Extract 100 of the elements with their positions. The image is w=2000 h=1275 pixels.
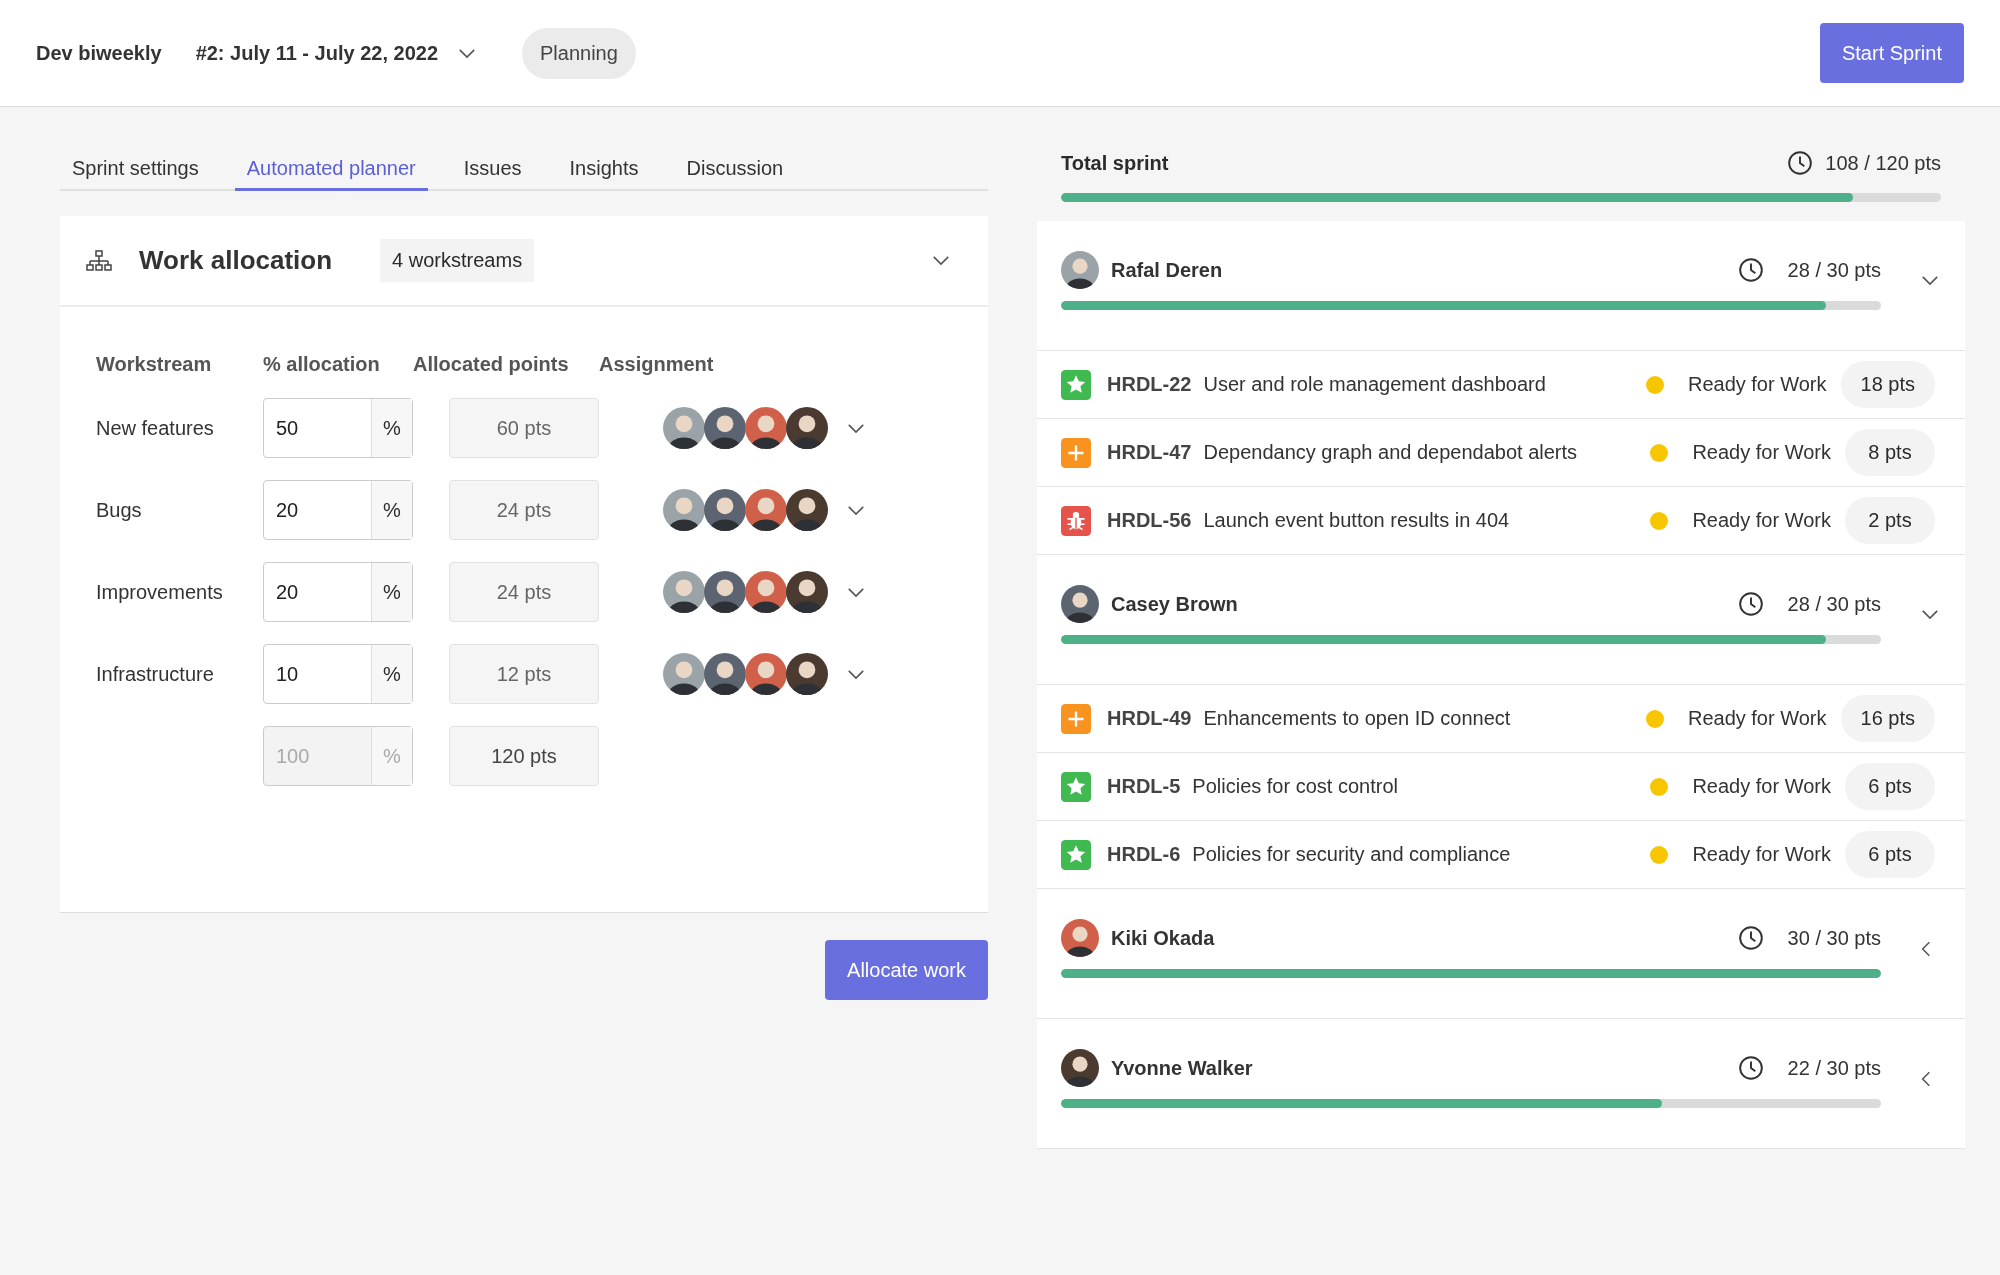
total-sprint-label: Total sprint xyxy=(1061,151,1169,175)
chevron-down-icon[interactable] xyxy=(847,668,865,680)
issue-status: Ready for Work xyxy=(1692,843,1831,866)
sprint-selector[interactable]: #2: July 11 - July 22, 2022 xyxy=(195,37,476,69)
start-sprint-button[interactable]: Start Sprint xyxy=(1819,23,1964,83)
issue-status: Ready for Work xyxy=(1687,373,1827,396)
chevron-down-icon[interactable] xyxy=(1921,609,1939,620)
avatar xyxy=(1061,1049,1099,1087)
chevron-left-icon[interactable] xyxy=(1921,939,1931,958)
issue-status: Ready for Work xyxy=(1687,707,1827,730)
member-name: Casey Brown xyxy=(1111,592,1238,616)
issue-key: HRDL-22 xyxy=(1107,373,1192,396)
hierarchy-icon xyxy=(85,249,113,272)
clock-icon xyxy=(1787,150,1814,176)
chevron-down-icon[interactable] xyxy=(847,504,865,516)
issue-title: User and role management dashboard xyxy=(1203,373,1546,396)
avatar xyxy=(745,571,787,613)
clock-icon xyxy=(1737,1055,1764,1081)
chevron-down-icon[interactable] xyxy=(847,422,865,434)
issue-key: HRDL-56 xyxy=(1107,509,1192,532)
issue-title: Policies for cost control xyxy=(1192,775,1398,798)
workstream-name: Bugs xyxy=(96,498,143,522)
issue-points: 18 pts xyxy=(1840,361,1935,408)
issue-title: Enhancements to open ID connect xyxy=(1203,707,1511,730)
status-dot xyxy=(1650,443,1669,462)
issue-key: HRDL-47 xyxy=(1107,441,1192,464)
avatar xyxy=(786,653,828,695)
avatar xyxy=(663,489,705,531)
chevron-left-icon[interactable] xyxy=(1921,1069,1931,1088)
chevron-down-icon[interactable] xyxy=(1921,275,1939,286)
avatar xyxy=(745,489,787,531)
avatar xyxy=(1061,585,1099,623)
tab[interactable]: Automated planner xyxy=(234,139,428,191)
clock-icon xyxy=(1737,925,1764,951)
member-points: 28 / 30 pts xyxy=(1787,592,1881,616)
avatar xyxy=(1061,919,1099,957)
allocated-points: 24 pts xyxy=(449,562,599,622)
issue-title: Policies for security and compliance xyxy=(1192,843,1511,866)
issue-title: Dependancy graph and dependabot alerts xyxy=(1203,441,1578,464)
allocated-points: 60 pts xyxy=(449,398,599,458)
chevron-down-icon[interactable] xyxy=(458,47,476,59)
issue-points: 16 pts xyxy=(1840,695,1935,742)
issue-points: 6 pts xyxy=(1845,763,1935,810)
workstream-name: Infrastructure xyxy=(96,662,215,686)
issue-points: 2 pts xyxy=(1845,497,1935,544)
issue-status: Ready for Work xyxy=(1692,775,1831,798)
chevron-down-icon[interactable] xyxy=(847,586,865,598)
status-dot xyxy=(1645,375,1664,394)
workstream-name: Improvements xyxy=(96,580,224,604)
allocation-field[interactable]: 10 % xyxy=(263,644,413,704)
member-points: 28 / 30 pts xyxy=(1787,258,1881,282)
status-dot xyxy=(1650,845,1669,864)
bug-icon xyxy=(1061,505,1091,536)
status-dot xyxy=(1650,511,1669,530)
status-dot xyxy=(1650,777,1669,796)
issue-status: Ready for Work xyxy=(1692,509,1831,532)
avatar xyxy=(786,407,828,449)
status-dot xyxy=(1645,709,1664,728)
avatar xyxy=(704,571,746,613)
issue-points: 6 pts xyxy=(1845,831,1935,878)
member-points: 22 / 30 pts xyxy=(1787,1056,1881,1080)
column-header: Workstream xyxy=(96,353,213,376)
total-points: 120 pts xyxy=(449,726,599,786)
allocation-field[interactable]: 20 % xyxy=(263,480,413,540)
chevron-down-icon[interactable] xyxy=(932,255,950,266)
team-name: Dev biweekly xyxy=(36,41,162,65)
status-badge: Planning xyxy=(522,27,636,79)
plus-icon xyxy=(1061,437,1091,468)
total-points: 108 / 120 pts xyxy=(1825,151,1941,175)
allocate-work-button[interactable]: Allocate work xyxy=(825,940,988,1000)
column-header: Allocated points xyxy=(413,353,570,376)
card-title: Work allocation xyxy=(139,245,333,276)
workstream-count: 4 workstreams xyxy=(380,239,535,282)
member-points: 30 / 30 pts xyxy=(1787,926,1881,950)
member-name: Rafal Deren xyxy=(1111,258,1223,282)
avatar xyxy=(704,653,746,695)
avatar xyxy=(745,653,787,695)
issue-title: Launch event button results in 404 xyxy=(1203,509,1510,532)
allocation-field[interactable]: 50 % xyxy=(263,398,413,458)
tab[interactable]: Issues xyxy=(451,139,534,191)
issue-points: 8 pts xyxy=(1845,429,1935,476)
avatar xyxy=(663,571,705,613)
member-name: Yvonne Walker xyxy=(1111,1056,1253,1080)
tab[interactable]: Insights xyxy=(557,139,651,191)
avatar xyxy=(663,653,705,695)
avatar xyxy=(745,407,787,449)
tab[interactable]: Discussion xyxy=(674,139,796,191)
allocated-points: 24 pts xyxy=(449,480,599,540)
issue-status: Ready for Work xyxy=(1692,441,1831,464)
allocated-points: 12 pts xyxy=(449,644,599,704)
avatar xyxy=(786,489,828,531)
tab[interactable]: Sprint settings xyxy=(60,139,211,191)
avatar xyxy=(663,407,705,449)
issue-key: HRDL-5 xyxy=(1107,775,1181,798)
allocation-field[interactable]: 20 % xyxy=(263,562,413,622)
avatar xyxy=(786,571,828,613)
member-name: Kiki Okada xyxy=(1111,926,1215,950)
avatar xyxy=(704,407,746,449)
issue-key: HRDL-49 xyxy=(1107,707,1192,730)
workstream-name: New features xyxy=(96,416,215,440)
